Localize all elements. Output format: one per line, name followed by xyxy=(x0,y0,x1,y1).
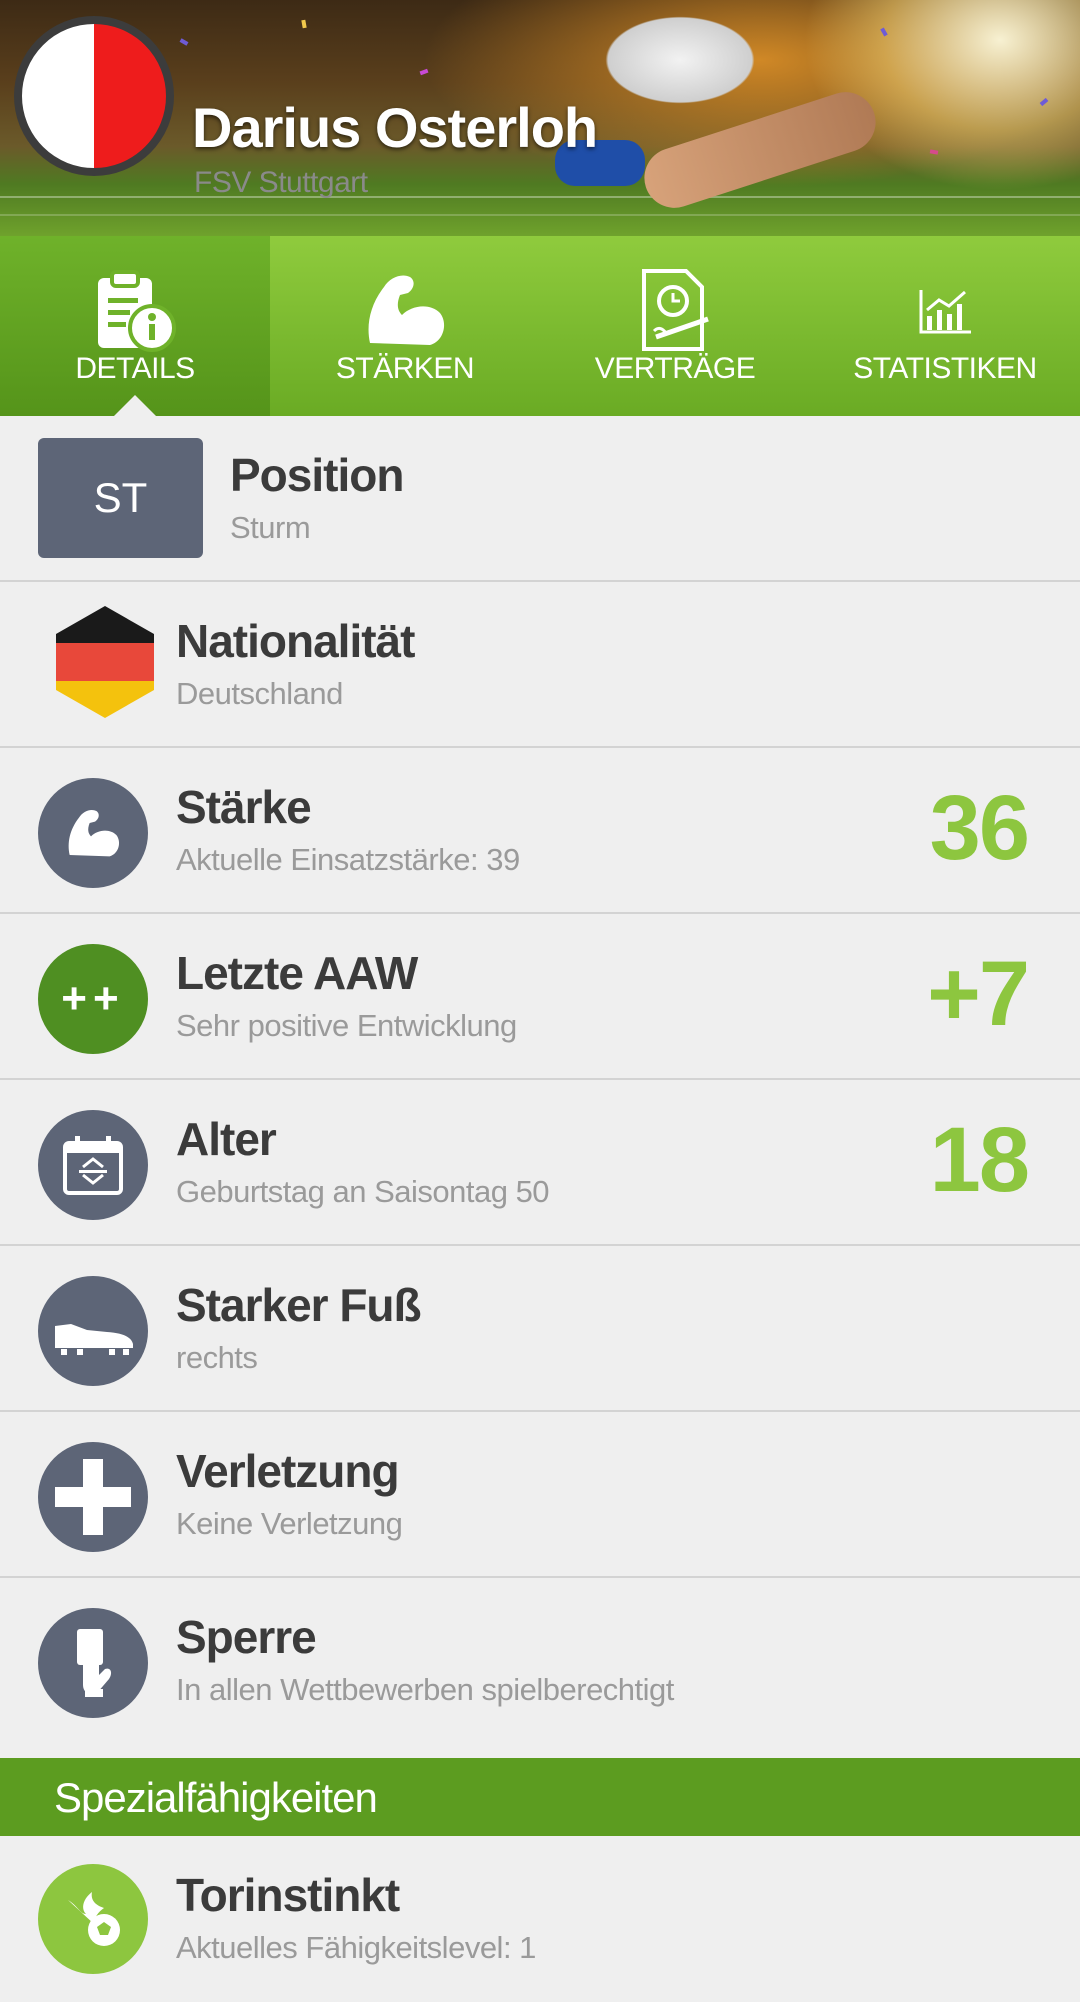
position-title: Position xyxy=(230,449,404,501)
detail-row-position[interactable]: ST Position Sturm xyxy=(0,416,1080,582)
biceps-icon xyxy=(270,262,540,358)
strength-title: Stärke xyxy=(176,781,312,833)
position-badge: ST xyxy=(38,438,203,558)
confetti xyxy=(929,149,939,155)
tab-details[interactable]: DETAILS xyxy=(0,236,270,417)
suspension-value: In allen Wettbewerben spielberechtigt xyxy=(176,1672,674,1707)
aaw-badge: ++ xyxy=(61,974,125,1023)
confetti xyxy=(1039,97,1049,107)
special-ability-title: Torinstinkt xyxy=(176,1869,400,1921)
strength-subtitle: Aktuelle Einsatzstärke: 39 xyxy=(176,842,520,877)
tab-bar: DETAILS STÄRKEN VERTRÄGE STATISTIKEN xyxy=(0,236,1080,417)
special-ability-level: Aktuelles Fähigkeitslevel: 1 xyxy=(176,1930,536,1965)
club-name[interactable]: FSV Stuttgart xyxy=(194,166,368,200)
detail-row-last-aaw[interactable]: ++ Letzte AAW Sehr positive Entwicklung … xyxy=(0,914,1080,1080)
age-title: Alter xyxy=(176,1113,277,1165)
tab-details-label: DETAILS xyxy=(75,352,195,385)
football-boot-icon xyxy=(38,1276,148,1386)
clipboard-info-icon xyxy=(0,262,270,358)
suspension-title: Sperre xyxy=(176,1611,317,1663)
contract-clock-icon xyxy=(540,262,810,358)
detail-row-nationality[interactable]: Nationalität Deutschland xyxy=(0,582,1080,748)
germany-flag-icon xyxy=(56,606,154,723)
calendar-icon xyxy=(38,1110,148,1220)
injury-value: Keine Verletzung xyxy=(176,1506,403,1541)
aaw-title: Letzte AAW xyxy=(176,947,418,999)
detail-row-strength[interactable]: Stärke Aktuelle Einsatzstärke: 39 36 xyxy=(0,748,1080,914)
strong-foot-value: rechts xyxy=(176,1340,258,1375)
flaming-ball-icon xyxy=(38,1864,148,1974)
position-value: Sturm xyxy=(230,510,311,545)
strong-foot-title: Starker Fuß xyxy=(176,1279,422,1331)
double-plus-icon: ++ xyxy=(38,944,148,1054)
confetti xyxy=(880,27,888,37)
confetti xyxy=(419,68,429,76)
medical-cross-icon xyxy=(38,1442,148,1552)
aaw-value: +7 xyxy=(927,943,1030,1045)
detail-row-strong-foot[interactable]: Starker Fuß rechts xyxy=(0,1246,1080,1412)
detail-row-injury[interactable]: Verletzung Keine Verletzung xyxy=(0,1412,1080,1578)
age-value: 18 xyxy=(929,1109,1030,1211)
nationality-title: Nationalität xyxy=(176,615,415,667)
aaw-subtitle: Sehr positive Entwicklung xyxy=(176,1008,517,1043)
nationality-value: Deutschland xyxy=(176,676,343,711)
club-badge[interactable] xyxy=(14,16,174,176)
tab-vertraege-label: VERTRÄGE xyxy=(594,352,756,385)
special-abilities-header: Spezialfähigkeiten xyxy=(0,1758,1080,1836)
confetti xyxy=(301,19,307,29)
tab-staerken[interactable]: STÄRKEN xyxy=(270,236,540,416)
card-hand-icon xyxy=(38,1608,148,1718)
injury-title: Verletzung xyxy=(176,1445,400,1497)
tab-statistiken[interactable]: STATISTIKEN xyxy=(810,236,1080,416)
pitch-line xyxy=(0,196,1080,198)
special-ability-item[interactable]: Torinstinkt Aktuelles Fähigkeitslevel: 1 xyxy=(0,1836,1080,2002)
strength-value: 36 xyxy=(929,777,1030,879)
player-header: Darius Osterloh FSV Stuttgart xyxy=(0,0,1080,236)
pitch-line xyxy=(0,214,1080,216)
detail-row-age[interactable]: Alter Geburtstag an Saisontag 50 18 xyxy=(0,1080,1080,1246)
tab-statistiken-label: STATISTIKEN xyxy=(853,352,1037,385)
bar-chart-icon xyxy=(810,262,1080,358)
active-tab-indicator xyxy=(113,395,157,417)
detail-row-suspension[interactable]: Sperre In allen Wettbewerben spielberech… xyxy=(0,1578,1080,1744)
age-subtitle: Geburtstag an Saisontag 50 xyxy=(176,1174,550,1209)
biceps-icon xyxy=(38,778,148,888)
tab-vertraege[interactable]: VERTRÄGE xyxy=(540,236,810,416)
confetti xyxy=(179,38,189,46)
tab-staerken-label: STÄRKEN xyxy=(335,352,475,385)
player-name: Darius Osterloh xyxy=(192,96,598,159)
special-abilities-title: Spezialfähigkeiten xyxy=(54,1774,378,1821)
